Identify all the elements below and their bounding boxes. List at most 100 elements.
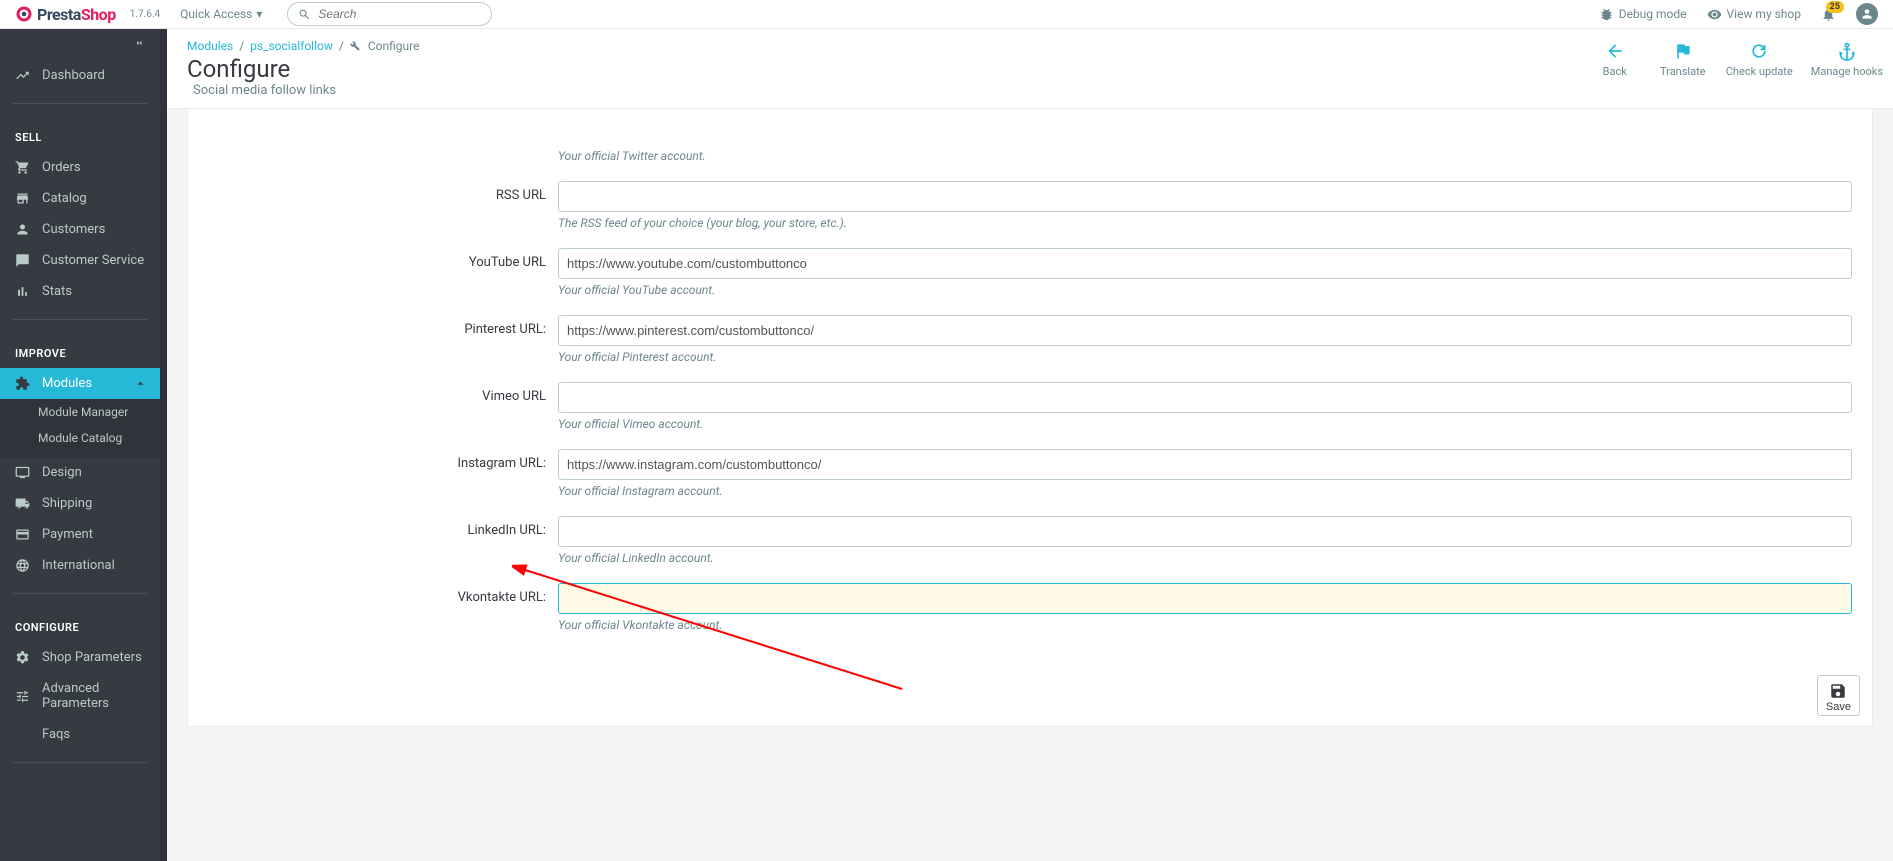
sidebar-collapse-button[interactable] <box>0 29 160 60</box>
gear-icon <box>15 650 30 665</box>
sidebar-item-customer-service[interactable]: Customer Service <box>0 245 160 276</box>
logo[interactable]: PrestaShop <box>15 5 116 24</box>
row-instagram: Instagram URL: Your official Instagram a… <box>208 449 1852 510</box>
chat-icon <box>15 253 30 268</box>
eye-icon <box>1707 7 1722 22</box>
row-vkontakte: Vkontakte URL: Your official Vkontakte a… <box>208 583 1852 644</box>
breadcrumb-modules[interactable]: Modules <box>187 39 233 53</box>
sidebar-section-improve: IMPROVE <box>0 332 160 368</box>
arrow-back-icon <box>1605 41 1625 61</box>
trending-icon <box>15 68 30 83</box>
sidebar-item-design[interactable]: Design <box>0 457 160 488</box>
row-pinterest: Pinterest URL: Your official Pinterest a… <box>208 315 1852 376</box>
sidebar-item-stats[interactable]: Stats <box>0 276 160 307</box>
profile-avatar[interactable] <box>1856 3 1878 25</box>
sidebar-section-sell: SELL <box>0 116 160 152</box>
action-check-update[interactable]: Check update <box>1726 41 1793 78</box>
chevron-up-icon <box>133 376 148 391</box>
label-linkedin: LinkedIn URL: <box>208 516 558 538</box>
flag-icon <box>1673 41 1693 61</box>
hint-rss: The RSS feed of your choice (your blog, … <box>558 216 1852 230</box>
form-panel: Twitter URL Your official Twitter accoun… <box>187 109 1873 727</box>
hint-instagram: Your official Instagram account. <box>558 484 1852 498</box>
cart-icon <box>15 160 30 175</box>
person-icon <box>1860 7 1874 21</box>
debug-mode-link[interactable]: Debug mode <box>1599 7 1687 22</box>
sidebar-item-dashboard[interactable]: Dashboard <box>0 60 160 91</box>
globe-icon <box>15 558 30 573</box>
sidebar-item-advanced-parameters[interactable]: Advanced Parameters <box>0 673 160 719</box>
save-button[interactable]: Save <box>1817 675 1860 716</box>
chevron-double-left-icon <box>132 38 146 48</box>
bar-chart-icon <box>15 284 30 299</box>
sidebar-item-modules[interactable]: Modules <box>0 368 160 399</box>
notif-badge: 25 <box>1826 1 1844 13</box>
bug-icon <box>1599 7 1614 22</box>
puzzle-icon <box>15 376 30 391</box>
credit-card-icon <box>15 527 30 542</box>
sidebar-sub-module-catalog[interactable]: Module Catalog <box>0 425 160 451</box>
topbar: PrestaShop 1.7.6.4 Quick Access▾ Debug m… <box>0 0 1893 29</box>
input-vkontakte[interactable] <box>558 583 1852 614</box>
action-back[interactable]: Back <box>1590 41 1640 78</box>
row-youtube: YouTube URL Your official YouTube accoun… <box>208 248 1852 309</box>
wrench-icon <box>350 41 360 51</box>
label-instagram: Instagram URL: <box>208 449 558 471</box>
row-rss: RSS URL The RSS feed of your choice (you… <box>208 181 1852 242</box>
tune-icon <box>15 689 30 704</box>
input-linkedin[interactable] <box>558 516 1852 547</box>
label-vimeo: Vimeo URL <box>208 382 558 404</box>
action-translate[interactable]: Translate <box>1658 41 1708 78</box>
sidebar-item-shop-parameters[interactable]: Shop Parameters <box>0 642 160 673</box>
breadcrumb-configure: Configure <box>368 39 420 53</box>
notifications-button[interactable]: 25 <box>1821 7 1836 22</box>
truck-icon <box>15 496 30 511</box>
page-header: Modules / ps_socialfollow / Configure Co… <box>167 29 1893 109</box>
version-label: 1.7.6.4 <box>130 9 160 20</box>
breadcrumb-module-name[interactable]: ps_socialfollow <box>250 39 333 53</box>
input-vimeo[interactable] <box>558 382 1852 413</box>
sidebar-sub-module-manager[interactable]: Module Manager <box>0 399 160 425</box>
store-icon <box>15 191 30 206</box>
search-icon <box>298 8 311 21</box>
action-manage-hooks[interactable]: Manage hooks <box>1811 41 1883 78</box>
input-rss[interactable] <box>558 181 1852 212</box>
hint-youtube: Your official YouTube account. <box>558 283 1852 297</box>
label-rss: RSS URL <box>208 181 558 203</box>
sidebar-item-customers[interactable]: Customers <box>0 214 160 245</box>
hint-pinterest: Your official Pinterest account. <box>558 350 1852 364</box>
refresh-icon <box>1749 41 1769 61</box>
label-youtube: YouTube URL <box>208 248 558 270</box>
label-vkontakte: Vkontakte URL: <box>208 583 558 605</box>
anchor-icon <box>1837 41 1857 61</box>
hint-twitter: Your official Twitter account. <box>558 149 1852 163</box>
sidebar-scrollbar[interactable] <box>160 29 167 861</box>
hint-linkedin: Your official LinkedIn account. <box>558 551 1852 565</box>
logo-icon <box>15 5 33 23</box>
sidebar-item-catalog[interactable]: Catalog <box>0 183 160 214</box>
person-icon <box>15 222 30 237</box>
monitor-icon <box>15 465 30 480</box>
sidebar-item-shipping[interactable]: Shipping <box>0 488 160 519</box>
sidebar-item-international[interactable]: International <box>0 550 160 581</box>
sidebar-item-payment[interactable]: Payment <box>0 519 160 550</box>
input-instagram[interactable] <box>558 449 1852 480</box>
label-pinterest: Pinterest URL: <box>208 315 558 337</box>
input-youtube[interactable] <box>558 248 1852 279</box>
hint-vimeo: Your official Vimeo account. <box>558 417 1852 431</box>
input-pinterest[interactable] <box>558 315 1852 346</box>
row-twitter: Twitter URL Your official Twitter accoun… <box>208 114 1852 175</box>
row-linkedin: LinkedIn URL: Your official LinkedIn acc… <box>208 516 1852 577</box>
sidebar-section-configure: CONFIGURE <box>0 606 160 642</box>
sidebar-item-orders[interactable]: Orders <box>0 152 160 183</box>
save-icon <box>1829 682 1847 700</box>
sidebar-item-faqs[interactable]: Faqs <box>0 719 160 750</box>
row-vimeo: Vimeo URL Your official Vimeo account. <box>208 382 1852 443</box>
sidebar: Dashboard SELL Orders Catalog Customers … <box>0 29 160 861</box>
hint-vkontakte: Your official Vkontakte account. <box>558 618 1852 632</box>
search-input[interactable] <box>318 7 481 21</box>
quick-access-dropdown[interactable]: Quick Access▾ <box>180 7 262 21</box>
view-shop-link[interactable]: View my shop <box>1707 7 1801 22</box>
page-subtitle: Social media follow links <box>187 83 1873 98</box>
search-wrapper[interactable] <box>287 2 492 26</box>
